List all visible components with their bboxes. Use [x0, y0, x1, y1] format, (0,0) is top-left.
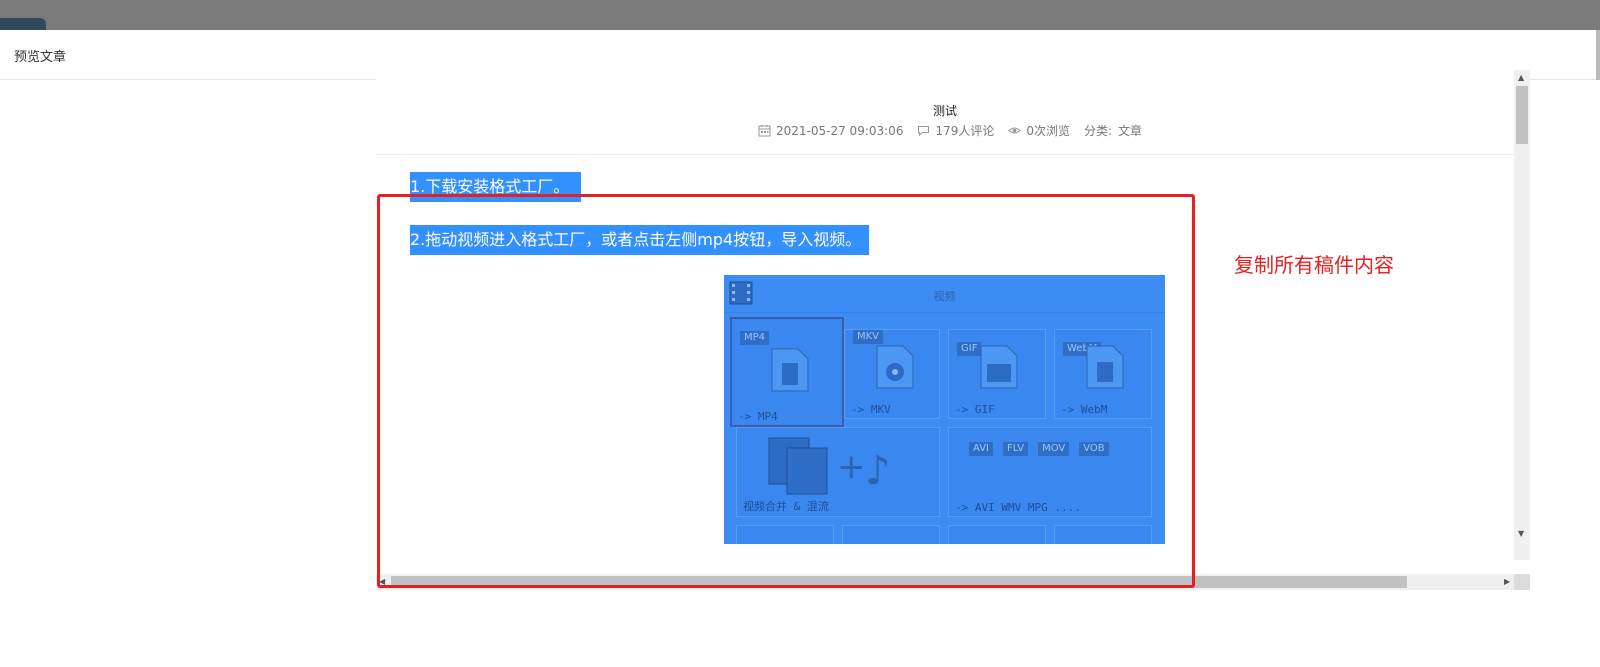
multi-format-badges: AVI FLV MOV VOB	[969, 442, 1109, 456]
mkv-tile: MKV -> MKV	[844, 329, 940, 419]
scroll-left-arrow-icon[interactable]: ◀	[379, 578, 385, 586]
scroll-up-arrow-icon[interactable]: ▲	[1518, 74, 1524, 82]
background-tab	[0, 18, 46, 30]
svg-text:+: +	[837, 447, 866, 487]
eye-icon	[1008, 127, 1022, 134]
comment-count: 179人评论	[935, 124, 995, 138]
svg-text:♪: ♪	[865, 448, 891, 494]
category-value[interactable]: 文章	[1118, 122, 1142, 139]
mov-badge: MOV	[1038, 442, 1070, 456]
article-preview-frame[interactable]: 测试 2021-05-27 09:03:06 179人评论 0次浏览 分类: 文…	[376, 70, 1530, 560]
avi-badge: AVI	[969, 442, 993, 456]
paragraph-2: 2.拖动视频进入格式工厂，或者点击左侧mp4按钮，导入视频。	[410, 225, 870, 255]
modal-edge	[1596, 30, 1600, 80]
webm-tile: WebM -> WebM	[1054, 329, 1152, 419]
comment-icon	[918, 126, 930, 137]
partial-tile	[948, 525, 1046, 544]
meta-divider	[376, 154, 1514, 155]
disc-file-icon	[876, 345, 914, 389]
mkv-badge: MKV	[853, 330, 884, 344]
image-file-icon	[980, 345, 1018, 389]
partial-tile	[736, 525, 834, 544]
horizontal-scroll-thumb[interactable]	[391, 576, 1407, 588]
article-title: 测试	[932, 104, 957, 118]
background-page-bar	[0, 0, 1600, 30]
partial-tile	[1054, 525, 1152, 544]
publish-date: 2021-05-27 09:03:06	[776, 123, 904, 138]
merge-label: 视频合并 & 混流	[743, 500, 829, 513]
annotation-text: 复制所有稿件内容	[1234, 253, 1394, 277]
format-factory-screenshot: 视频 MP4 -> MP4 MKV -> MKV GIF -> GIF WebM…	[724, 275, 1165, 544]
view-count: 0次浏览	[1026, 124, 1070, 138]
calendar-icon	[758, 125, 771, 137]
multi-format-label: -> AVI WMV MPG ....	[955, 501, 1081, 514]
screenshot-title: 视频	[933, 290, 956, 303]
scroll-down-arrow-icon[interactable]: ▼	[1518, 530, 1524, 538]
film-strip-icon: + ♪	[768, 437, 891, 495]
vertical-scrollbar[interactable]: ▲ ▼	[1514, 70, 1530, 560]
article-meta: 2021-05-27 09:03:06 179人评论 0次浏览 分类: 文章	[758, 122, 1142, 139]
merge-tile: + ♪ 视频合并 & 混流	[736, 427, 940, 517]
flv-badge: FLV	[1003, 442, 1029, 456]
mp4-tile: MP4 -> MP4	[730, 317, 844, 427]
vob-badge: VOB	[1079, 442, 1109, 456]
scrollbar-corner	[1514, 574, 1530, 590]
paragraph-1: 1.下载安装格式工厂。	[410, 172, 582, 202]
gif-badge: GIF	[957, 342, 982, 356]
video-file-icon	[771, 348, 809, 392]
mp4-badge: MP4	[740, 331, 770, 345]
category-label: 分类:	[1084, 124, 1113, 138]
gif-label: -> GIF	[955, 403, 995, 416]
gif-tile: GIF -> GIF	[948, 329, 1046, 419]
vertical-scroll-thumb[interactable]	[1516, 86, 1528, 144]
mp4-label: -> MP4	[738, 410, 778, 423]
webm-label: -> WebM	[1061, 403, 1108, 416]
multi-format-tile: AVI FLV MOV VOB -> AVI WMV MPG ....	[948, 427, 1152, 517]
horizontal-scrollbar[interactable]: ◀ ▶	[376, 574, 1514, 590]
video-file-icon	[1086, 345, 1124, 389]
mkv-label: -> MKV	[851, 403, 891, 416]
scroll-right-arrow-icon[interactable]: ▶	[1504, 578, 1510, 586]
partial-tile	[842, 525, 940, 544]
screenshot-titlebar: 视频	[724, 275, 1165, 313]
modal-title: 预览文章	[14, 50, 67, 65]
